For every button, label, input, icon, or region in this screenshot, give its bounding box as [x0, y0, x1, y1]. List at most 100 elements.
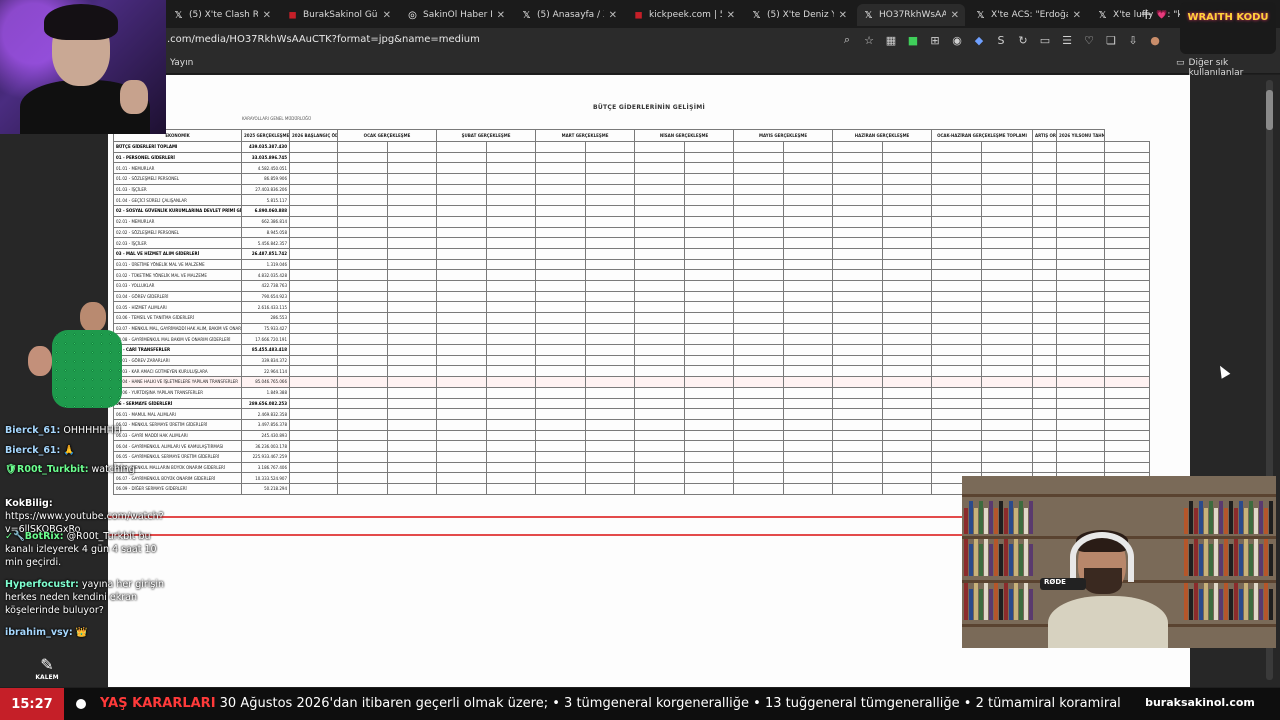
extension-green-icon[interactable]: ■	[906, 33, 920, 47]
browser-tab[interactable]: 𝕏 (5) X'te Deniz Yavuz ✕	[745, 4, 853, 26]
tab-close-icon[interactable]: ✕	[383, 10, 391, 21]
row-cell	[782, 354, 834, 367]
row-cell	[634, 237, 685, 249]
row-cell	[289, 450, 338, 463]
row-cell	[981, 376, 1034, 388]
live-dot-icon	[76, 699, 86, 709]
book-spine	[1009, 589, 1013, 620]
extension-grid-icon[interactable]: ⊞	[928, 33, 942, 47]
row-cell	[1104, 226, 1150, 239]
row-cell	[733, 312, 784, 324]
row-cell	[782, 322, 834, 335]
tab-close-icon[interactable]: ✕	[497, 10, 505, 21]
book-spine	[1014, 582, 1018, 620]
row-cell	[832, 344, 883, 356]
tab-close-icon[interactable]: ✕	[1073, 10, 1081, 21]
extension-translate-icon[interactable]: ◆	[972, 33, 986, 47]
row-cell	[881, 440, 933, 452]
toolbar-icons: ⌕ ☆ ▦ ■ ⊞ ◉ ◆ S ↻ ▭ ☰ ♡ ❏ ⇩ ●	[840, 33, 1162, 47]
extension-shield-icon[interactable]: ◉	[950, 33, 964, 47]
row-cell	[485, 322, 537, 335]
row-cell	[386, 226, 438, 239]
chat-username[interactable]: Bierck_61:	[5, 445, 60, 456]
row-cell	[485, 461, 537, 474]
row-cell	[1056, 269, 1106, 281]
profile-avatar[interactable]: ●	[1148, 33, 1162, 47]
extension-s-icon[interactable]: S	[994, 33, 1008, 47]
guest-person: RØDE	[1040, 512, 1170, 648]
book-spine	[989, 589, 993, 620]
tab-close-icon[interactable]: ✕	[609, 10, 617, 21]
heart-icon[interactable]: ♡	[1082, 33, 1096, 47]
row-cell	[1056, 322, 1106, 335]
budget-table: EKONOMİK2025 GERÇEKLEŞME TOPLAMI2026 BAŞ…	[113, 129, 1150, 495]
row-cell	[931, 162, 983, 175]
row-cell	[289, 461, 338, 474]
tab-close-icon[interactable]: ✕	[727, 10, 735, 21]
row-cell	[634, 397, 685, 410]
row-cell	[1032, 226, 1058, 239]
screen: + 𝕏(5) X'te Clash Repor✕◼BurakSakinol Gü…	[0, 0, 1280, 720]
row-cell	[485, 376, 537, 388]
zoom-icon[interactable]: ⌕	[840, 33, 854, 47]
tab-close-icon[interactable]: ✕	[951, 10, 959, 21]
row-cell	[782, 461, 834, 474]
chat-username[interactable]: Hyperfocustr:	[5, 579, 79, 590]
chat-username[interactable]: ibrahim_vsy:	[5, 627, 73, 638]
tab-close-icon[interactable]: ✕	[839, 10, 847, 21]
kalem-label: KALEM	[35, 674, 59, 681]
bookmark-item-yayin[interactable]: Yayın	[170, 58, 193, 68]
row-cell	[634, 472, 685, 484]
book-spine	[1254, 582, 1258, 620]
row-cell	[386, 173, 438, 185]
chat-username[interactable]: KokBilig:	[5, 498, 53, 509]
kalem-tool[interactable]: ✎ KALEM	[30, 656, 64, 684]
row-cell	[1104, 322, 1150, 335]
browser-tab[interactable]: 𝕏 X'te ACS: "Erdoğan ✕	[969, 4, 1087, 26]
row-cell	[289, 162, 338, 175]
chat-message: Bierck_61: 🙏	[5, 444, 170, 457]
row-cell	[289, 279, 338, 292]
scrollbar-thumb[interactable]	[1266, 90, 1273, 130]
row-cell	[634, 290, 685, 303]
chat-username[interactable]: ✓🔧BotRix:	[5, 531, 64, 542]
table-row: 06.05 - GAYRİMENKUL SERMAYE ÜRETİM GİDER…	[113, 450, 1150, 463]
row-label: BÜTÇE GİDERLERİ TOPLAMI	[113, 141, 242, 153]
book-spine	[1229, 501, 1233, 534]
row-cell	[683, 408, 735, 420]
favorites-icon[interactable]: ☰	[1060, 33, 1074, 47]
browser-tab[interactable]: 𝕏 (5) X'te Clash Repor ✕	[167, 4, 277, 26]
row-cell	[584, 386, 636, 399]
row-2025-total: 27.403.836.206	[241, 183, 290, 196]
reader-mode-icon[interactable]: ▭	[1038, 33, 1052, 47]
url-field[interactable]: .com/media/HO37RkhWsAAuCTK?format=jpg&na…	[167, 34, 480, 45]
table-row: 05.04 - HANE HALKI VE İŞLETMELERE YAPILA…	[113, 376, 1150, 388]
row-cell	[485, 365, 537, 378]
row-cell	[485, 215, 537, 228]
row-cell	[386, 312, 438, 324]
browser-tab[interactable]: 𝕏 HO37RkhWsAAuCTK ✕	[857, 4, 965, 26]
chat-username[interactable]: 🛡R00t_Turkbit:	[5, 464, 89, 475]
refresh-icon[interactable]: ↻	[1016, 33, 1030, 47]
row-cell	[981, 333, 1034, 346]
book-spine	[1214, 582, 1218, 620]
row-cell	[733, 461, 784, 474]
browser-tab[interactable]: ◎ SakinOl Haber Merk ✕	[401, 4, 511, 26]
row-cell	[683, 376, 735, 388]
row-cell	[1056, 205, 1106, 217]
browser-tab[interactable]: 𝕏 (5) Anasayfa / X ✕	[515, 4, 623, 26]
extension-icon[interactable]: ▦	[884, 33, 898, 47]
downloads-icon[interactable]: ⇩	[1126, 33, 1140, 47]
row-cell	[832, 354, 883, 367]
table-row: 03.03 - YOLLUKLAR 422.738.763	[113, 279, 1150, 292]
browser-tab[interactable]: ◼ BurakSakinol Günde ✕	[281, 4, 397, 26]
collections-icon[interactable]: ❏	[1104, 33, 1118, 47]
tab-close-icon[interactable]: ✕	[263, 10, 271, 21]
row-cell	[584, 322, 636, 335]
bookmark-star-icon[interactable]: ☆	[862, 33, 876, 47]
row-cell	[683, 151, 735, 164]
chat-username[interactable]: Bierck_61:	[5, 425, 60, 436]
browser-tab[interactable]: ◼ kickpeek.com | 522 ✕	[627, 4, 741, 26]
row-cell	[289, 354, 338, 367]
row-cell	[832, 312, 883, 324]
